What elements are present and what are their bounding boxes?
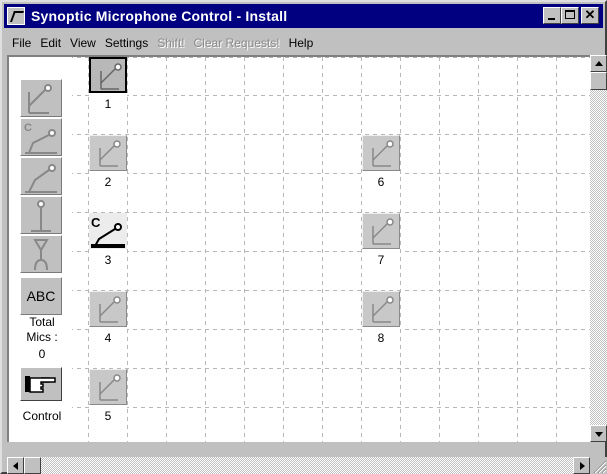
delegate-mic-icon — [362, 291, 400, 327]
mic-number: 8 — [362, 329, 400, 347]
scroll-left-button[interactable] — [7, 457, 24, 474]
scroll-right-button[interactable] — [573, 457, 590, 474]
menu-clear-requests[interactable]: Clear Requests! — [194, 36, 280, 50]
stand-mic-icon[interactable] — [20, 196, 62, 234]
handheld-mic-icon[interactable] — [20, 235, 62, 273]
scroll-down-button[interactable] — [590, 425, 607, 442]
mic-number: 5 — [89, 407, 127, 425]
canvas-grid — [69, 57, 590, 442]
mic-number: 1 — [89, 95, 127, 113]
mic-number: 3 — [89, 251, 127, 269]
vertical-scroll-thumb[interactable] — [590, 72, 607, 90]
control-button[interactable] — [20, 367, 62, 401]
mic-number: 2 — [89, 173, 127, 191]
layout-canvas[interactable]: C ABC Total Mics : 0 Control 1 2 C 3 4 5… — [7, 55, 590, 442]
mic-4[interactable]: 4 — [89, 291, 127, 347]
close-icon: ✕ — [584, 7, 596, 22]
down-arrow-icon — [595, 432, 603, 437]
window-controls: ✕ — [543, 7, 599, 24]
menu-edit[interactable]: Edit — [40, 36, 61, 50]
left-arrow-icon — [13, 462, 18, 470]
delegate-mic-icon — [89, 135, 127, 171]
vertical-scrollbar[interactable] — [590, 55, 607, 442]
control-label: Control — [22, 409, 62, 423]
minimize-button[interactable] — [543, 7, 561, 24]
app-icon[interactable] — [7, 7, 25, 25]
menu-help[interactable]: Help — [289, 36, 314, 50]
close-button[interactable]: ✕ — [581, 7, 599, 24]
mic-number: 6 — [362, 173, 400, 191]
total-mics-label-line1: Total — [29, 315, 55, 329]
horizontal-scroll-thumb[interactable] — [24, 457, 41, 474]
up-arrow-icon — [595, 61, 603, 66]
delegate-mic-icon — [89, 291, 127, 327]
maximize-icon — [565, 10, 575, 19]
resize-grip-icon[interactable] — [590, 457, 607, 474]
mic-8[interactable]: 8 — [362, 291, 400, 347]
delegate-mic-icon — [89, 369, 127, 405]
menu-settings[interactable]: Settings — [105, 36, 148, 50]
delegate-mic-icon — [362, 135, 400, 171]
mic-number: 4 — [89, 329, 127, 347]
app-window: Synoptic Microphone Control - Install ✕ … — [0, 0, 607, 474]
interpreter-mic-icon[interactable] — [20, 157, 62, 195]
label-tool[interactable]: ABC — [20, 277, 62, 315]
pointing-hand-icon — [25, 376, 56, 393]
mic-1[interactable]: 1 — [89, 57, 127, 113]
horizontal-scrollbar[interactable] — [7, 457, 590, 474]
menu-shift[interactable]: Shift! — [157, 36, 184, 50]
maximize-button[interactable] — [561, 7, 579, 24]
mic-5[interactable]: 5 — [89, 369, 127, 425]
svg-text:C: C — [24, 122, 32, 134]
minimize-icon — [548, 18, 555, 20]
total-mics-value: 0 — [38, 347, 46, 361]
tool-palette: C ABC Total Mics : 0 Control — [12, 57, 72, 442]
menu-bar: File Edit View Settings Shift! Clear Req… — [4, 32, 603, 54]
mic-3[interactable]: C 3 — [89, 213, 127, 269]
delegate-mic-icon — [89, 57, 127, 93]
mic-2[interactable]: 2 — [89, 135, 127, 191]
mic-number: 7 — [362, 251, 400, 269]
svg-text:C: C — [91, 215, 101, 230]
menu-view[interactable]: View — [70, 36, 96, 50]
right-arrow-icon — [580, 462, 585, 470]
grid-lines — [69, 57, 590, 442]
chairman-mic-icon: C — [89, 213, 127, 249]
delegate-mic-icon[interactable] — [20, 79, 62, 117]
mic-7[interactable]: 7 — [362, 213, 400, 269]
title-bar[interactable]: Synoptic Microphone Control - Install ✕ — [4, 4, 603, 28]
menu-file[interactable]: File — [12, 36, 31, 50]
total-mics-label-line2: Mics : — [26, 330, 58, 344]
window-title: Synoptic Microphone Control - Install — [31, 8, 288, 24]
mic-6[interactable]: 6 — [362, 135, 400, 191]
delegate-mic-icon — [362, 213, 400, 249]
abc-label: ABC — [26, 288, 56, 304]
chairman-mic-icon[interactable]: C — [20, 118, 62, 156]
scroll-up-button[interactable] — [590, 55, 607, 72]
